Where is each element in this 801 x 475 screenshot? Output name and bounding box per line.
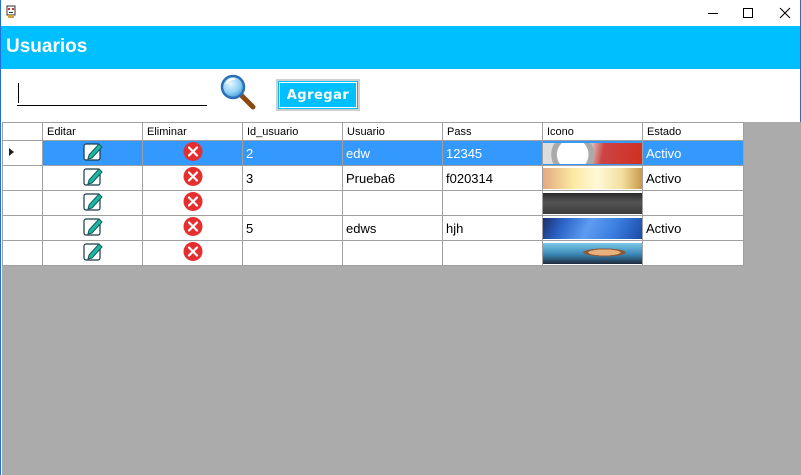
users-table: Editar Eliminar Id_usuario Usuario Pass … (2, 122, 744, 266)
add-user-button[interactable]: Agregar (276, 79, 360, 111)
column-header-estado[interactable]: Estado (642, 122, 744, 141)
edit-pencil-icon[interactable] (82, 191, 104, 212)
cell-pass[interactable]: f020314 (442, 165, 543, 191)
delete-cell[interactable] (142, 215, 243, 241)
edit-pencil-icon[interactable] (82, 216, 104, 237)
cell-usuario[interactable]: edws (342, 215, 443, 241)
delete-cell[interactable] (142, 190, 243, 216)
cell-estado[interactable] (642, 240, 744, 266)
cell-id-usuario[interactable] (242, 240, 343, 266)
column-header-editar[interactable]: Editar (42, 122, 143, 141)
delete-x-icon[interactable] (182, 166, 204, 187)
cell-usuario[interactable] (342, 240, 443, 266)
edit-cell[interactable] (42, 165, 143, 191)
cell-usuario[interactable] (342, 190, 443, 216)
row-header[interactable] (2, 140, 43, 166)
cell-estado[interactable] (642, 190, 744, 216)
edit-cell[interactable] (42, 190, 143, 216)
user-icon-thumbnail (543, 192, 642, 214)
maximize-button[interactable] (729, 0, 767, 26)
delete-x-icon[interactable] (182, 216, 204, 237)
search-input[interactable] (17, 80, 207, 106)
current-row-arrow-icon (9, 148, 14, 156)
cell-estado[interactable]: Activo (642, 165, 744, 191)
cell-pass[interactable]: hjh (442, 215, 543, 241)
edit-pencil-icon[interactable] (82, 241, 104, 262)
app-logo-icon (6, 5, 16, 18)
table-row[interactable]: 5 edws hjh Activo (2, 215, 744, 241)
row-header-corner (2, 122, 43, 141)
cell-id-usuario[interactable]: 5 (242, 215, 343, 241)
maximize-icon (743, 8, 753, 18)
cell-icono[interactable] (542, 140, 643, 166)
delete-x-icon[interactable] (182, 241, 204, 262)
cell-icono[interactable] (542, 165, 643, 191)
user-icon-thumbnail (543, 167, 642, 189)
minimize-icon (708, 13, 718, 14)
cell-estado[interactable]: Activo (642, 215, 744, 241)
cell-icono[interactable] (542, 190, 643, 216)
cell-usuario[interactable]: edw (342, 140, 443, 166)
row-header[interactable] (2, 165, 43, 191)
minimize-button[interactable] (694, 0, 732, 26)
row-header[interactable] (2, 190, 43, 216)
delete-x-icon[interactable] (182, 141, 204, 162)
row-header[interactable] (2, 215, 43, 241)
row-header[interactable] (2, 240, 43, 266)
cell-pass[interactable] (442, 240, 543, 266)
column-header-pass[interactable]: Pass (442, 122, 543, 141)
column-header-eliminar[interactable]: Eliminar (142, 122, 243, 141)
cell-id-usuario[interactable]: 2 (242, 140, 343, 166)
close-icon (779, 7, 791, 19)
column-header-icono[interactable]: Icono (542, 122, 643, 141)
cell-id-usuario[interactable] (242, 190, 343, 216)
title-bar[interactable] (1, 0, 800, 26)
user-icon-thumbnail (543, 217, 642, 239)
header-bar: Usuarios (1, 26, 800, 69)
edit-cell[interactable] (42, 240, 143, 266)
cell-estado[interactable]: Activo (642, 140, 744, 166)
delete-cell[interactable] (142, 140, 243, 166)
page-title: Usuarios (6, 36, 88, 57)
table-row[interactable] (2, 190, 744, 216)
cell-icono[interactable] (542, 240, 643, 266)
column-header-id-usuario[interactable]: Id_usuario (242, 122, 343, 141)
cell-id-usuario[interactable]: 3 (242, 165, 343, 191)
edit-cell[interactable] (42, 215, 143, 241)
edit-cell[interactable] (42, 140, 143, 166)
search-icon[interactable] (219, 74, 257, 110)
table-header-row: Editar Eliminar Id_usuario Usuario Pass … (2, 122, 744, 141)
cell-pass[interactable] (442, 190, 543, 216)
close-button[interactable] (766, 0, 801, 26)
table-row[interactable] (2, 240, 744, 266)
cell-icono[interactable] (542, 215, 643, 241)
delete-cell[interactable] (142, 165, 243, 191)
edit-pencil-icon[interactable] (82, 166, 104, 187)
delete-x-icon[interactable] (182, 191, 204, 212)
cell-pass[interactable]: 12345 (442, 140, 543, 166)
delete-cell[interactable] (142, 240, 243, 266)
edit-pencil-icon[interactable] (82, 141, 104, 162)
user-icon-thumbnail (543, 242, 642, 264)
table-row[interactable]: 2 edw 12345 Activo (2, 140, 744, 166)
user-icon-thumbnail (543, 142, 642, 164)
table-row[interactable]: 3 Prueba6 f020314 Activo (2, 165, 744, 191)
main-window: Usuarios Agregar Editar Eliminar Id_usua… (0, 0, 801, 475)
column-header-usuario[interactable]: Usuario (342, 122, 443, 141)
users-grid-area[interactable]: Editar Eliminar Id_usuario Usuario Pass … (2, 122, 801, 475)
text-caret (18, 83, 19, 103)
cell-usuario[interactable]: Prueba6 (342, 165, 443, 191)
